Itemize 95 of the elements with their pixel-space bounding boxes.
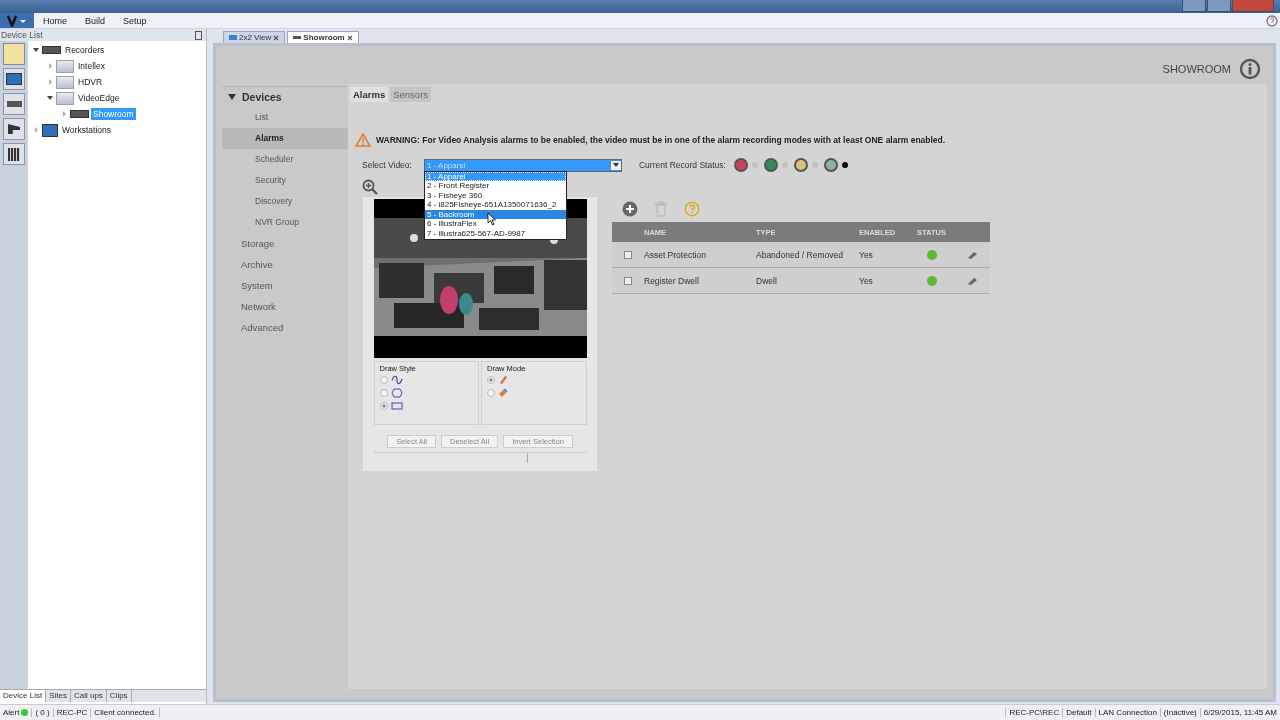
tree-item[interactable]: Recorders <box>63 44 107 56</box>
checkbox[interactable] <box>624 250 632 259</box>
folder-icon <box>56 75 74 89</box>
tree-item[interactable]: Intellex <box>76 60 107 72</box>
table-cell-text: Register Dwell <box>644 275 700 286</box>
panel-tab[interactable]: Call ups <box>70 690 107 702</box>
radio-button[interactable] <box>487 388 495 397</box>
panel-tab[interactable]: Clips <box>106 690 132 702</box>
edit-icon[interactable] <box>966 249 978 260</box>
nav-item[interactable]: Archive <box>222 254 348 275</box>
hexagon-icon <box>390 387 403 398</box>
status-text: Alert <box>3 708 20 717</box>
eraser-icon <box>498 387 508 398</box>
nav-item[interactable]: Alarms <box>222 128 348 149</box>
record-mode-icon[interactable] <box>823 158 838 172</box>
nav-item[interactable]: NVR Group <box>222 212 348 233</box>
table-cell-text: Asset Protection <box>644 249 707 260</box>
dropdown-option[interactable]: 3 - Fisheye 360 <box>424 190 566 201</box>
dropdown-option[interactable]: 5 - Backroom <box>424 209 566 220</box>
pencil-icon <box>498 374 508 385</box>
grid-icon[interactable] <box>3 143 25 165</box>
pin-icon[interactable] <box>195 30 202 40</box>
radio-button[interactable] <box>379 388 388 397</box>
status-text: 6/29/2015, 11:45 AM <box>1199 708 1280 717</box>
record-mode-icon[interactable] <box>763 158 778 172</box>
edit-icon[interactable] <box>966 275 978 286</box>
logo-icon <box>6 14 28 27</box>
table-cell-text: Dwell <box>756 275 778 286</box>
status-text: LAN Connection <box>1094 708 1160 717</box>
status-text: Client connected. <box>94 708 157 717</box>
nav-item[interactable]: Scheduler <box>222 149 348 170</box>
minimize-button[interactable] <box>1182 0 1206 12</box>
menu-item[interactable]: Build <box>76 15 115 26</box>
warning-message: WARNING: For Video Analysis alarms to be enabled, the video must be in one of the alarm recording modes with at least ONE alarm enabled. <box>376 135 946 145</box>
tab[interactable]: Alarms <box>350 87 389 102</box>
dropdown-option[interactable]: 6 - illustraFlex <box>424 219 566 230</box>
nav-item[interactable]: Security <box>222 170 348 191</box>
maximize-button[interactable] <box>1207 0 1231 12</box>
camera-icon[interactable] <box>3 118 25 140</box>
monitor-icon <box>42 123 58 137</box>
document-tab[interactable]: 2x2 View <box>223 31 286 43</box>
monitor-icon[interactable] <box>3 68 25 90</box>
page-title: SHOWROOM <box>1162 63 1231 75</box>
status-text: REC-PC\REC <box>1005 708 1063 717</box>
info-icon[interactable] <box>1239 58 1261 80</box>
dropdown-option[interactable]: 7 - illustra625-567-AD-9987 <box>424 229 566 239</box>
recorder-icon <box>42 46 61 54</box>
menu-item[interactable]: Home <box>34 15 76 26</box>
nav-item[interactable]: Advanced <box>222 317 348 338</box>
field-label: Current Record Status: <box>638 160 726 170</box>
tree-item[interactable]: VideoEdge <box>76 92 122 104</box>
panel-tab[interactable]: Sites <box>46 690 71 702</box>
nav-item[interactable]: Network <box>222 296 348 317</box>
nav-item[interactable]: List <box>222 107 348 128</box>
add-icon[interactable] <box>622 201 638 217</box>
zoom-in-icon[interactable] <box>362 179 378 195</box>
panel-title: Device List <box>1 30 43 40</box>
dropdown-option[interactable]: 4 - i825Fisheye-651A1350071636_2 <box>424 200 566 210</box>
record-mode-icon[interactable] <box>733 158 748 172</box>
menu-item[interactable]: Setup <box>114 15 156 26</box>
dropdown-option[interactable]: 2 - Front Register <box>424 181 566 191</box>
close-icon[interactable] <box>273 34 280 41</box>
radio-button[interactable] <box>487 375 495 384</box>
cursor-icon <box>486 211 497 226</box>
status-text: Default <box>1062 708 1095 717</box>
recorder-icon <box>70 110 89 118</box>
tab[interactable]: Sensors <box>390 87 432 102</box>
nav-item[interactable]: System <box>222 275 348 296</box>
app-menu-button[interactable] <box>0 13 34 28</box>
status-text: REC-PC <box>56 708 88 717</box>
alert-icon <box>21 709 29 716</box>
folder-icon <box>56 59 74 73</box>
checkbox[interactable] <box>624 276 632 285</box>
folder-icon <box>56 91 74 105</box>
table-cell-text: Yes <box>859 275 874 286</box>
warning-icon <box>355 133 371 147</box>
table-cell-text: Abandoned / Removed <box>756 249 844 260</box>
help-icon[interactable] <box>1266 14 1278 27</box>
table-cell-text: Yes <box>859 249 874 260</box>
panel-tab[interactable]: Device List <box>0 690 47 702</box>
tree-item[interactable]: HDVR <box>76 76 105 88</box>
rectangle-icon <box>390 400 403 411</box>
nav-item[interactable]: Storage <box>222 233 348 254</box>
tree-item[interactable]: Workstations <box>60 124 113 136</box>
recorder-icon[interactable] <box>3 93 25 115</box>
nav-item[interactable]: Discovery <box>222 191 348 212</box>
radio-button[interactable] <box>379 375 388 384</box>
close-icon[interactable] <box>346 34 353 41</box>
status-text: ( 0 ) <box>35 708 50 717</box>
curve-icon <box>390 374 403 385</box>
document-tab[interactable]: Showroom <box>287 31 359 43</box>
record-mode-icon[interactable] <box>793 158 808 172</box>
radio-button[interactable] <box>379 401 388 410</box>
status-text: (Inactive) <box>1159 708 1200 717</box>
field-label: Select Video: <box>362 160 412 170</box>
